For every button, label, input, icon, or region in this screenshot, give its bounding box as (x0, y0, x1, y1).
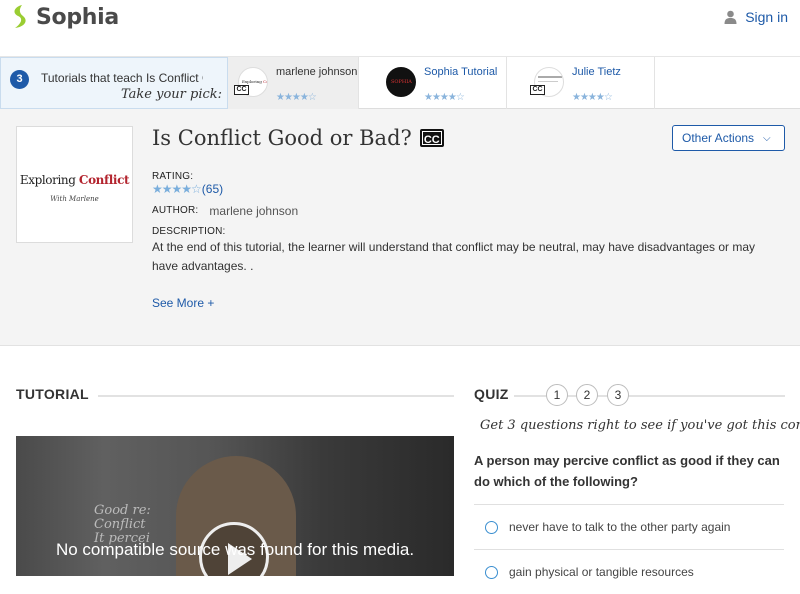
radio-button[interactable] (485, 520, 498, 534)
section-divider (98, 395, 454, 397)
quiz-section-title: QUIZ (474, 386, 509, 402)
tutorial-info-panel: Exploring Conflict With Marlene Is Confl… (0, 109, 800, 346)
quiz-question-text: A person may percive conflict as good if… (474, 453, 780, 489)
logo-text: Sophia (36, 4, 119, 30)
thumbnail-art (538, 81, 558, 82)
tutorial-card-author: Julie Tietz (572, 66, 621, 78)
cover-title-plain: Exploring (19, 173, 79, 187)
closed-caption-icon: CC (234, 85, 249, 95)
tutorial-thumbnail: SOPHIA (386, 67, 416, 97)
video-player[interactable]: Good re: Conflict It percei No compatibl… (16, 436, 454, 576)
take-your-pick-label: Take your pick: (121, 87, 223, 102)
tutorial-card-rating: ★★★★☆ (276, 92, 317, 103)
cover-subtitle: With Marlene (50, 195, 99, 203)
quiz-hint: Get 3 questions right to see if you've g… (480, 418, 800, 433)
other-actions-label: Other Actions (682, 131, 755, 145)
rating-label: RATING: (152, 171, 194, 182)
tutorials-strip: 3 Tutorials that teach Is Conflict Good … (0, 57, 800, 109)
tutorial-cover-image: Exploring Conflict With Marlene (16, 126, 133, 243)
chevron-down-icon: ⌵ (763, 132, 771, 144)
tutorial-count-badge: 3 (10, 70, 29, 89)
quiz-question-2[interactable]: 2 (576, 384, 598, 406)
thumbnail-art: Exploring Conflict (242, 79, 268, 84)
quiz-option[interactable]: never have to talk to the other party ag… (474, 504, 784, 549)
other-actions-button[interactable]: Other Actions ⌵ (672, 125, 785, 151)
user-icon (724, 10, 737, 24)
tutorial-card-marlene[interactable]: Exploring Conflict CC marlene johnson ★★… (228, 57, 359, 109)
tutorials-strip-title: Tutorials that teach Is Conflict Good or… (41, 71, 203, 85)
tutorial-card-sophia[interactable]: SOPHIA Sophia Tutorial ★★★★☆ (376, 57, 507, 109)
tutorial-card-author: marlene johnson (276, 66, 358, 78)
video-error-message: No compatible source was found for this … (55, 540, 415, 559)
sign-in-label: Sign in (745, 9, 788, 25)
description-label: DESCRIPTION: (152, 226, 226, 237)
tutorial-section-title: TUTORIAL (16, 386, 89, 402)
tutorial-card-julie[interactable]: CC Julie Tietz ★★★★☆ (524, 57, 655, 109)
rating: ★★★★☆ (65) (152, 182, 223, 196)
closed-caption-icon: CC (419, 129, 444, 147)
thumbnail-art (538, 76, 562, 78)
sign-in-link[interactable]: Sign in (724, 9, 788, 25)
site-header: Sophia Sign in (0, 0, 800, 57)
tutorial-card-author: Sophia Tutorial (424, 66, 498, 78)
cover-title: Exploring Conflict (17, 173, 132, 187)
sophia-leaf-icon (14, 5, 26, 28)
description-text: At the end of this tutorial, the learner… (152, 240, 755, 273)
quiz-question-3[interactable]: 3 (607, 384, 629, 406)
quiz-option-label: never have to talk to the other party ag… (509, 520, 731, 534)
tutorial-card-rating: ★★★★☆ (424, 92, 465, 103)
quiz-option-label: gain physical or tangible resources (509, 565, 694, 579)
author-name: marlene johnson (209, 204, 299, 218)
radio-button[interactable] (485, 565, 498, 579)
rating-count[interactable]: (65) (202, 182, 223, 196)
quiz-option[interactable]: gain physical or tangible resources (474, 549, 784, 594)
page-title-text: Is Conflict Good or Bad? (152, 126, 412, 150)
tutorials-strip-lead: 3 Tutorials that teach Is Conflict Good … (0, 57, 228, 109)
closed-caption-icon: CC (530, 85, 545, 95)
tutorial-card-rating: ★★★★☆ (572, 92, 613, 103)
see-more-link[interactable]: See More + (152, 296, 214, 310)
quiz-question-1[interactable]: 1 (546, 384, 568, 406)
page-title: Is Conflict Good or Bad? CC (152, 126, 444, 150)
cover-title-red: Conflict (78, 173, 130, 187)
sophia-logo[interactable]: Sophia (10, 4, 119, 30)
author-row: AUTHOR: marlene johnson (152, 204, 298, 218)
author-label: AUTHOR: (152, 205, 199, 216)
rating-stars: ★★★★☆ (152, 182, 202, 196)
thumbnail-art: SOPHIA (391, 79, 412, 85)
